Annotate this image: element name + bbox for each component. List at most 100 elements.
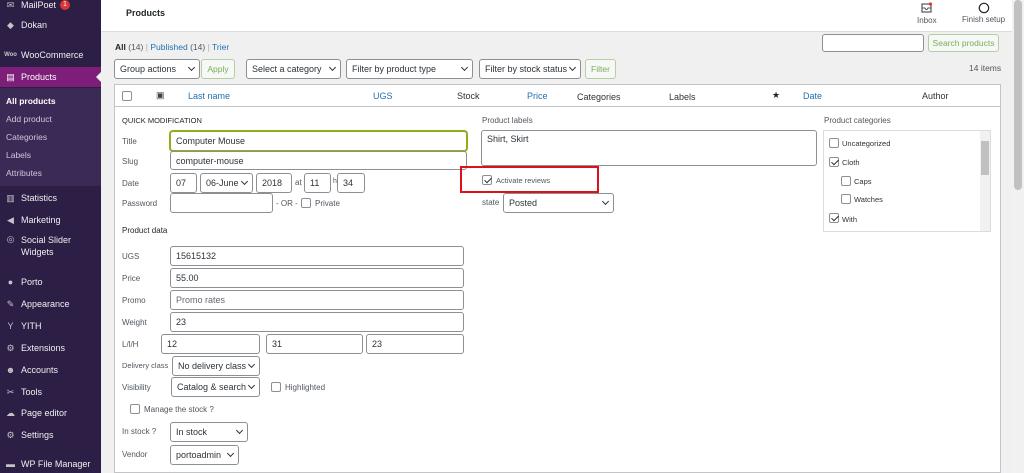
view-published-link[interactable]: Published	[150, 42, 187, 52]
sidebar-item-label: Social Slider Widgets	[21, 235, 72, 257]
sidebar-item-label: WooCommerce	[21, 50, 84, 60]
finish-setup-button[interactable]: Finish setup	[962, 1, 1005, 24]
sidebar-item-extensions[interactable]: ⚙ Extensions	[0, 338, 101, 358]
title-input[interactable]: Computer Mouse	[170, 131, 467, 151]
state-select[interactable]: Posted	[503, 193, 614, 213]
width-input[interactable]: 31	[266, 334, 363, 354]
category-checkbox-uncategorized[interactable]	[829, 138, 839, 148]
private-checkbox[interactable]	[301, 198, 311, 208]
manage-stock-checkbox[interactable]	[130, 404, 140, 414]
wrench-icon: ✂	[6, 386, 15, 397]
submenu-labels[interactable]: Labels	[0, 146, 101, 164]
sidebar-item-wp-file-manager[interactable]: ▬ WP File Manager	[0, 454, 101, 473]
category-checkbox-with[interactable]	[829, 213, 839, 223]
vendor-select[interactable]: portoadmin	[170, 445, 239, 465]
column-price[interactable]: Price	[527, 91, 548, 101]
sidebar-item-dokan[interactable]: ◆ Dokan	[0, 15, 101, 35]
private-label: Private	[315, 199, 340, 208]
date-label: Date	[122, 179, 139, 188]
hour-input[interactable]: 11	[304, 173, 331, 193]
product-type-filter-select[interactable]: Filter by product type	[346, 59, 473, 79]
sidebar-item-social-slider[interactable]: ◎ Social Slider Widgets	[0, 234, 101, 262]
search-products-button[interactable]: Search products	[928, 34, 999, 52]
year-input[interactable]: 2018	[256, 173, 292, 193]
sidebar-item-label: Accounts	[21, 365, 59, 375]
stock-status-select[interactable]: In stock	[170, 422, 248, 442]
category-checkbox-caps[interactable]	[841, 176, 851, 186]
activate-reviews-checkbox[interactable]	[482, 175, 492, 185]
featured-star-icon[interactable]: ★	[772, 90, 780, 101]
column-name[interactable]: Last name	[188, 91, 230, 101]
column-sku[interactable]: UGS	[373, 91, 393, 101]
sidebar-item-porto[interactable]: ● Porto	[0, 272, 101, 292]
category-filter-select[interactable]: Select a category	[246, 59, 341, 79]
sidebar-item-woocommerce[interactable]: Woo WooCommerce	[0, 45, 101, 65]
search-input[interactable]	[822, 34, 924, 52]
sidebar-item-label: Products	[21, 72, 57, 82]
views-separator: |	[145, 42, 148, 52]
megaphone-icon: ◀	[7, 214, 14, 225]
sidebar-item-tools[interactable]: ✂ Tools	[0, 382, 101, 402]
sidebar-item-settings[interactable]: ⚙ Settings	[0, 425, 101, 445]
product-labels-textarea[interactable]: Shirt, Skirt	[481, 130, 817, 166]
scrollbar-thumb[interactable]	[1014, 0, 1022, 190]
sidebar-item-products[interactable]: ▤ Products	[0, 67, 101, 87]
sidebar-item-mailpoet[interactable]: ✉ MailPoet 1	[0, 0, 101, 15]
category-checkbox-cloth[interactable]	[829, 157, 839, 167]
sidebar-item-label: Statistics	[21, 193, 58, 203]
or-label: - OR -	[276, 199, 298, 208]
height-input[interactable]: 23	[366, 334, 464, 354]
weight-input[interactable]: 23	[170, 312, 464, 332]
settings-icon: ⚙	[6, 429, 15, 440]
sidebar-item-accounts[interactable]: ☻ Accounts	[0, 360, 101, 380]
day-input[interactable]: 07	[170, 173, 197, 193]
category-scrollbar[interactable]	[980, 131, 990, 231]
submenu-all-products[interactable]: All products	[0, 92, 101, 110]
sidebar-item-yith[interactable]: Y YITH	[0, 316, 101, 336]
column-date[interactable]: Date	[803, 91, 822, 101]
inbox-button[interactable]: Inbox	[917, 1, 937, 25]
page-scrollbar[interactable]	[1012, 0, 1024, 473]
apply-button[interactable]: Apply	[201, 59, 235, 79]
sidebar-item-label: Tools	[21, 387, 43, 397]
promo-input[interactable]: Promo rates	[170, 290, 464, 310]
view-all-link[interactable]: All	[115, 42, 126, 52]
submenu-categories[interactable]: Categories	[0, 128, 101, 146]
month-select[interactable]: 06-June	[200, 173, 253, 193]
minute-input[interactable]: 34	[337, 173, 365, 193]
sidebar-item-label: Porto	[21, 277, 43, 287]
paintbrush-icon: ✎	[6, 298, 15, 309]
sidebar-item-marketing[interactable]: ◀ Marketing	[0, 210, 101, 230]
manage-stock-label: Manage the stock ?	[144, 405, 214, 414]
password-input[interactable]	[170, 193, 273, 213]
category-checklist[interactable]: Uncategorized Cloth Caps Watches With	[823, 130, 991, 232]
column-stock: Stock	[457, 91, 480, 101]
price-input[interactable]: 55.00	[170, 268, 464, 288]
password-label: Password	[122, 199, 158, 208]
sku-input[interactable]: 15615132	[170, 246, 464, 266]
length-input[interactable]: 12	[161, 334, 260, 354]
quick-edit-heading: QUICK MODIFICATION	[122, 116, 202, 125]
sidebar-item-appearance[interactable]: ✎ Appearance	[0, 294, 101, 314]
submenu-add-product[interactable]: Add product	[0, 110, 101, 128]
filter-button[interactable]: Filter	[585, 59, 616, 79]
sidebar-item-page-editor[interactable]: ☁ Page editor	[0, 403, 101, 423]
highlighted-checkbox[interactable]	[271, 382, 281, 392]
sidebar-item-statistics[interactable]: ▥ Statistics	[0, 188, 101, 208]
stock-status-filter-select[interactable]: Filter by stock status	[479, 59, 581, 79]
delivery-class-select[interactable]: No delivery class	[172, 356, 260, 376]
sidebar-item-label: Marketing	[21, 215, 61, 225]
category-scroll-thumb[interactable]	[981, 141, 989, 175]
category-checkbox-watches[interactable]	[841, 194, 851, 204]
delivery-class-label: Delivery class	[122, 361, 169, 370]
bulk-actions-select[interactable]: Group actions	[114, 59, 200, 79]
progress-circle-icon	[978, 1, 990, 14]
select-all-checkbox[interactable]	[122, 91, 132, 101]
view-trash-link[interactable]: Trier	[212, 42, 229, 52]
slug-input[interactable]: computer-mouse	[170, 151, 467, 170]
visibility-select[interactable]: Catalog & search	[171, 377, 260, 397]
plugin-icon: ⚙	[6, 342, 15, 353]
state-label: state	[482, 198, 500, 207]
inbox-icon	[921, 1, 933, 14]
submenu-attributes[interactable]: Attributes	[0, 164, 101, 182]
